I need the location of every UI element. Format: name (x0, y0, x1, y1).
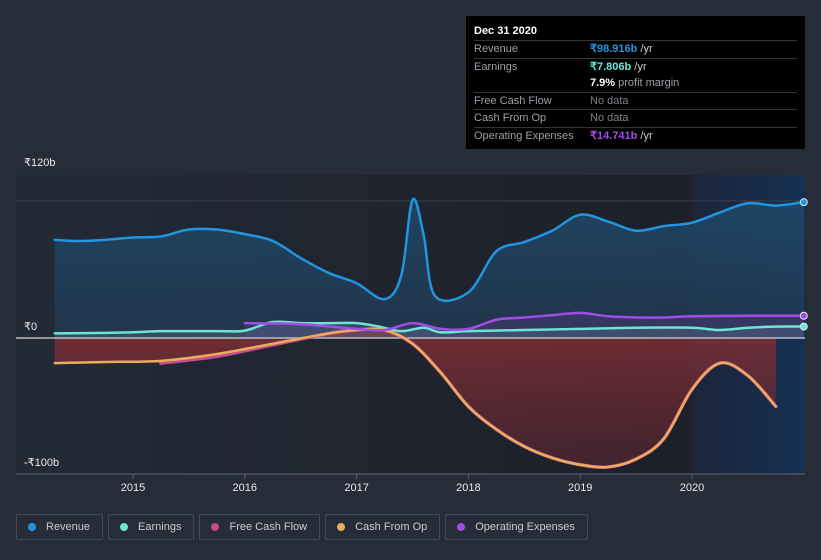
legend-label: Free Cash Flow (229, 521, 308, 533)
chart-legend: Revenue Earnings Free Cash Flow Cash From O… (16, 514, 588, 540)
tooltip-value: No data (590, 112, 629, 124)
data-tooltip: Dec 31 2020 Revenue ₹98.916b /yr Earnings ₹… (466, 16, 805, 149)
legend-label: Revenue (46, 521, 91, 533)
legend-dot-icon (28, 523, 36, 531)
legend-dot-icon (120, 523, 129, 531)
legend-item-free-cash-flow[interactable]: Free Cash Flow (199, 514, 321, 540)
x-tick-label: 2016 (233, 482, 257, 494)
x-tick-label: 2018 (456, 482, 480, 494)
legend-item-revenue[interactable]: Revenue (16, 514, 104, 540)
end-marker-operating-expenses (799, 311, 808, 320)
tooltip-row: Cash From Op No data (474, 110, 797, 128)
y-tick-label: ₹120b (24, 157, 55, 169)
tooltip-date: Dec 31 2020 (474, 22, 797, 41)
legend-item-operating-expenses[interactable]: Operating Expenses (445, 514, 588, 540)
tooltip-label: Free Cash Flow (474, 94, 552, 107)
tooltip-label: Cash From Op (474, 112, 547, 124)
x-tick-label: 2020 (680, 482, 704, 494)
legend-dot-icon (337, 523, 346, 531)
tooltip-label (474, 75, 590, 92)
tooltip-value: ₹7.806b /yr (590, 60, 647, 73)
tooltip-value: 7.9% profit margin (590, 77, 680, 89)
tooltip-value: ₹14.741b /yr (590, 129, 653, 142)
legend-label: Cash From Op (355, 521, 428, 533)
tooltip-row: Revenue ₹98.916b /yr (474, 41, 797, 59)
x-tick-label: 2019 (568, 482, 592, 494)
y-tick-label: ₹0 (24, 321, 37, 333)
tooltip-row: Free Cash Flow No data (474, 93, 797, 110)
legend-item-cash-from-op[interactable]: Cash From Op (325, 514, 441, 540)
legend-dot-icon (211, 523, 220, 531)
tooltip-label: Revenue (474, 43, 519, 55)
end-marker-revenue (799, 198, 808, 207)
end-marker-earnings (799, 322, 808, 331)
legend-dot-icon (457, 523, 466, 531)
legend-label: Operating Expenses (475, 521, 575, 533)
tooltip-row: Operating Expenses ₹14.741b /yr (474, 128, 797, 145)
y-tick-label: -₹100b (24, 457, 59, 469)
x-tick-label: 2015 (121, 482, 145, 494)
tooltip-value: ₹98.916b /yr (590, 43, 653, 55)
tooltip-label: Earnings (474, 60, 518, 73)
legend-item-earnings[interactable]: Earnings (108, 514, 195, 540)
tooltip-row: Earnings ₹7.806b /yr (474, 59, 797, 76)
tooltip-value: No data (590, 94, 629, 107)
x-tick-label: 2017 (344, 482, 368, 494)
legend-label: Earnings (138, 521, 182, 533)
tooltip-label: Operating Expenses (474, 129, 574, 142)
tooltip-row: 7.9% profit margin (474, 75, 797, 93)
